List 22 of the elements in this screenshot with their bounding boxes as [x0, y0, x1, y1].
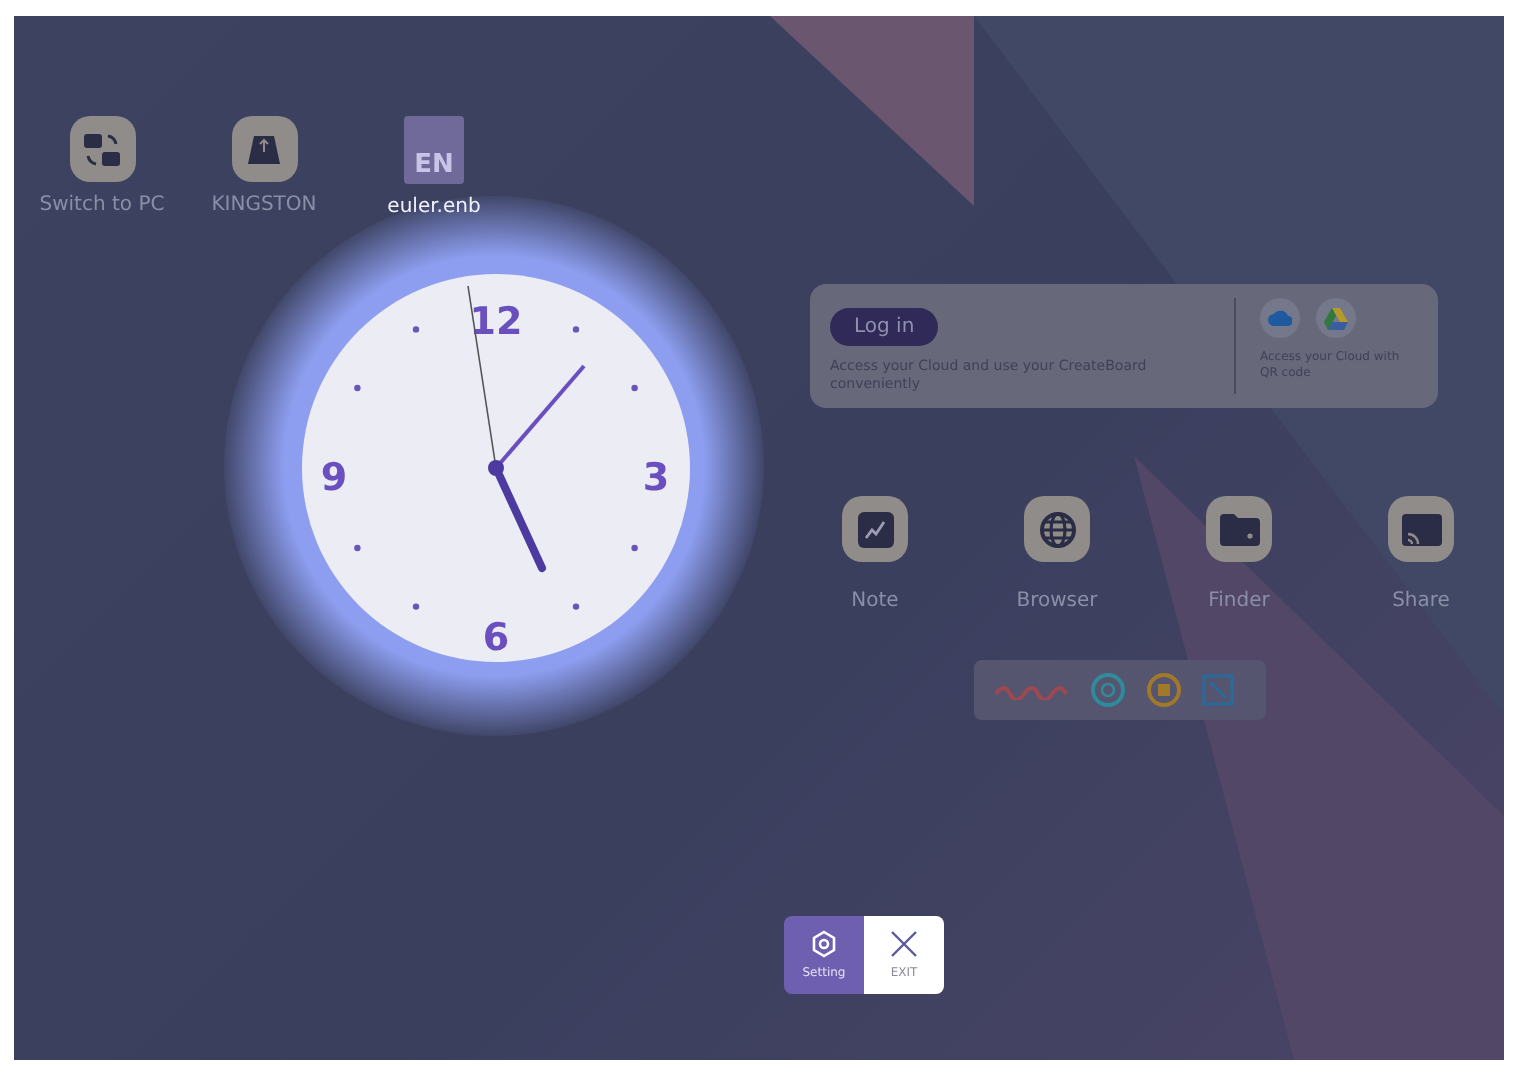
close-icon: [890, 929, 918, 957]
screen-share-icon[interactable]: [1388, 496, 1454, 562]
icon-label: euler.enb: [385, 194, 483, 222]
file-icon[interactable]: EN: [404, 116, 464, 184]
icon-label: Switch to PC: [37, 192, 167, 220]
clock-numeral: 12: [469, 300, 523, 344]
switch-icon[interactable]: [69, 116, 135, 182]
app-label: Browser: [1014, 588, 1100, 616]
icon-label: KINGSTON: [209, 192, 319, 220]
clock-numeral: 6: [482, 616, 510, 660]
usb-drive-icon[interactable]: [231, 116, 297, 182]
clock-numeral: 9: [320, 456, 348, 500]
clock-numeral: 3: [642, 456, 670, 500]
globe-icon[interactable]: [1024, 496, 1090, 562]
login-button[interactable]: Log in: [830, 308, 939, 346]
app-label: Finder: [1206, 588, 1272, 616]
settings-icon: [810, 929, 838, 957]
file-type-label: EN: [414, 152, 454, 178]
folder-icon[interactable]: [1206, 496, 1272, 562]
drive-icon[interactable]: [1316, 298, 1356, 338]
app-label: Share: [1390, 588, 1452, 616]
app-label: Note: [849, 588, 901, 616]
